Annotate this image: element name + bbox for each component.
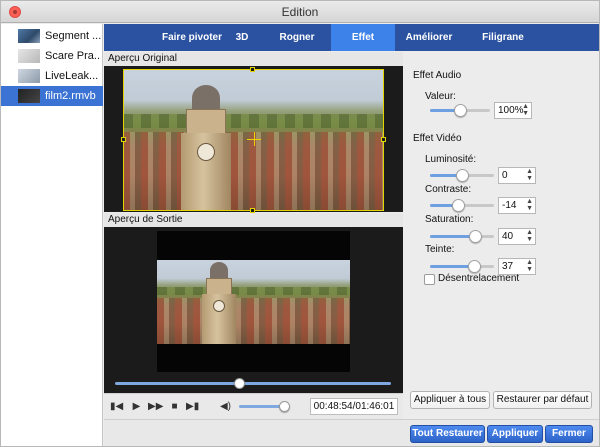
output-preview-label: Aperçu de Sortie	[104, 213, 403, 227]
tab-3d[interactable]: 3D	[224, 24, 260, 51]
belfry-tower-image	[198, 262, 240, 344]
file-thumbnail	[18, 89, 40, 103]
crop-handle-top[interactable]	[250, 67, 255, 72]
file-thumbnail	[18, 69, 40, 83]
tab-rogner[interactable]: Rogner	[267, 24, 327, 51]
skip-forward-icon[interactable]: ▶▮	[186, 400, 199, 413]
file-thumbnail	[18, 29, 40, 43]
brightness-value: 0	[502, 170, 508, 181]
file-item-liveleak[interactable]: LiveLeak...	[1, 66, 103, 86]
contrast-stepper[interactable]: -14 ▲ ▼	[498, 197, 536, 214]
volume-icon[interactable]: ◀)	[219, 400, 232, 413]
audio-effect-title: Effet Audio	[413, 70, 462, 81]
play-icon[interactable]: ▶	[130, 400, 143, 413]
crop-handle-left[interactable]	[121, 137, 126, 142]
tab-ameliorer[interactable]: Améliorer	[396, 24, 462, 51]
crop-handle-right[interactable]	[381, 137, 386, 142]
window-title: Edition	[281, 5, 319, 19]
stepper-arrows-icon[interactable]: ▲ ▼	[526, 229, 533, 243]
saturation-label: Saturation:	[425, 214, 474, 225]
footer-bar: Tout Restaurer Appliquer Fermer	[104, 419, 599, 446]
volume-handle[interactable]	[279, 401, 290, 412]
original-preview-label: Aperçu Original	[104, 52, 403, 66]
original-preview	[104, 66, 403, 213]
contrast-label: Contraste:	[425, 184, 472, 195]
title-bar: Edition	[1, 1, 599, 23]
seek-bar[interactable]	[115, 382, 391, 385]
stepper-arrows-icon[interactable]: ▲ ▼	[526, 259, 533, 273]
file-thumbnail	[18, 49, 40, 63]
hue-label: Teinte:	[425, 244, 455, 255]
hue-value: 37	[502, 261, 514, 272]
playback-controls: ▮◀ ▶ ▶▶ ■ ▶▮ ◀) 00:48:54/01:46:01	[104, 393, 403, 419]
apply-all-button[interactable]: Appliquer à tous	[410, 391, 490, 409]
file-item-label: Scare Pra...	[45, 50, 101, 62]
contrast-slider[interactable]	[430, 199, 494, 212]
file-item-scare-prank[interactable]: Scare Pra...	[1, 46, 103, 66]
brightness-label: Luminosité:	[425, 154, 477, 165]
audio-value: 100%	[498, 105, 524, 116]
file-item-film2[interactable]: film2.rmvb	[1, 86, 103, 106]
brightness-stepper[interactable]: 0 ▲ ▼	[498, 167, 536, 184]
skip-back-icon[interactable]: ▮◀	[110, 400, 123, 413]
output-video-frame	[157, 260, 350, 344]
audio-value-stepper[interactable]: 100% ▲ ▼	[494, 102, 532, 119]
file-item-label: LiveLeak...	[45, 70, 99, 82]
seek-handle[interactable]	[234, 378, 246, 389]
tab-effet[interactable]: Effet	[331, 24, 395, 51]
crosshair-icon	[254, 132, 255, 146]
restore-all-button[interactable]: Tout Restaurer	[410, 425, 485, 443]
fast-forward-icon[interactable]: ▶▶	[148, 400, 163, 413]
file-list: Segment ... Scare Pra... LiveLeak... fil…	[1, 24, 103, 446]
contrast-value: -14	[502, 200, 517, 211]
close-window-icon[interactable]	[9, 6, 21, 18]
tab-filigrane[interactable]: Filigrane	[470, 24, 536, 51]
restore-default-button[interactable]: Restaurer par défaut	[493, 391, 592, 409]
deinterlace-checkbox[interactable]	[424, 274, 435, 285]
tab-faire-pivoter[interactable]: Faire pivoter	[148, 24, 236, 51]
video-effect-title: Effet Vidéo	[413, 133, 462, 144]
deinterlace-label: Désentrelacement	[438, 273, 520, 284]
stepper-arrows-icon[interactable]: ▲ ▼	[526, 168, 533, 182]
saturation-stepper[interactable]: 40 ▲ ▼	[498, 228, 536, 245]
close-button[interactable]: Fermer	[545, 425, 593, 443]
audio-value-label: Valeur:	[425, 91, 456, 102]
tab-bar: Faire pivoter 3D Rogner Effet Améliorer …	[104, 24, 599, 51]
file-item-label: Segment ...	[45, 30, 101, 42]
saturation-value: 40	[502, 231, 514, 242]
stop-icon[interactable]: ■	[168, 400, 181, 413]
time-display: 00:48:54/01:46:01	[310, 398, 398, 415]
stepper-arrows-icon[interactable]: ▲ ▼	[522, 103, 529, 117]
hue-slider[interactable]	[430, 260, 494, 273]
audio-volume-slider[interactable]	[430, 104, 490, 117]
brightness-slider[interactable]	[430, 169, 494, 182]
file-item-segment[interactable]: Segment ...	[1, 26, 103, 46]
edition-window: Edition Segment ... Scare Pra... LiveLea…	[0, 0, 600, 447]
stepper-arrows-icon[interactable]: ▲ ▼	[526, 198, 533, 212]
output-preview	[104, 227, 403, 393]
saturation-slider[interactable]	[430, 230, 494, 243]
file-item-label: film2.rmvb	[45, 90, 96, 102]
apply-button[interactable]: Appliquer	[487, 425, 543, 443]
